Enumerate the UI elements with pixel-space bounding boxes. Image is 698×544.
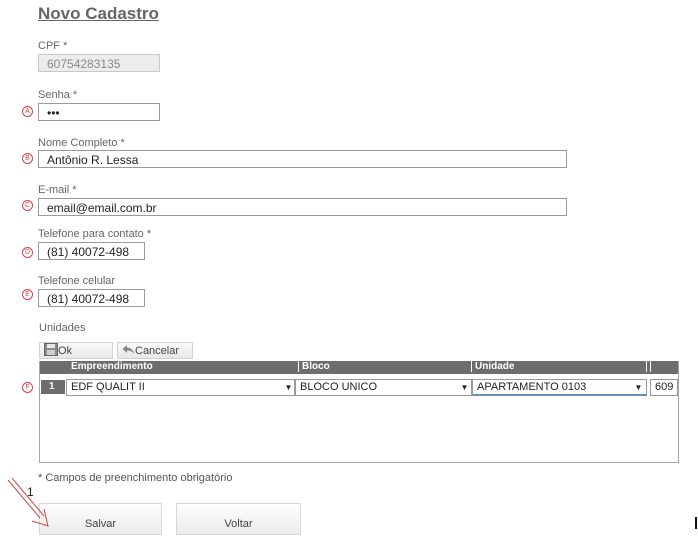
cpf-field: 60754283135 [38,54,160,72]
marker-d: D [22,247,33,258]
text-cursor [695,517,697,529]
cpf-label: CPF * [38,40,68,52]
back-button[interactable]: Voltar [176,503,301,535]
password-field[interactable]: ••• [38,103,160,121]
unidades-grid [39,361,679,463]
mobile-phone-label: Telefone celular [38,275,116,287]
nome-label: Nome Completo * [38,137,125,149]
email-field[interactable]: email@email.com.br [38,198,567,216]
unidade-select[interactable]: APARTAMENTO 0103 [472,379,647,396]
phone-contact-field[interactable]: (81) 40072-498 [38,242,145,260]
marker-e: E [22,289,33,300]
column-header-empreendimento: Empreendimento [71,361,153,372]
undo-arrow-icon [122,344,135,355]
ok-label: Ok [58,345,73,357]
row-number: 1 [41,380,65,394]
mobile-phone-field[interactable]: (81) 40072-498 [38,289,145,307]
extra-cell[interactable]: 609 [650,379,678,396]
empreendimento-dropdown-icon[interactable]: ▼ [283,379,294,396]
column-header-extra [646,361,654,374]
unidades-label: Unidades [39,322,86,334]
ok-button[interactable]: Ok [39,342,113,359]
column-header-bloco: Bloco [298,361,330,374]
unidade-dropdown-icon[interactable]: ▼ [633,379,644,396]
empreendimento-select[interactable]: EDF QUALIT II [66,379,295,396]
marker-a: A [22,106,33,117]
page-title: Novo Cadastro [38,4,159,23]
column-header-unidade: Unidade [471,361,514,374]
senha-label: Senha * [38,89,78,101]
cancel-edit-button[interactable]: Cancelar [117,342,193,359]
marker-b: B [22,153,33,164]
marker-f: F [22,382,33,393]
phone-contact-label: Telefone para contato * [38,228,152,240]
full-name-field[interactable]: Antônio R. Lessa [38,150,567,168]
annotation-number: 1 [27,485,34,499]
required-fields-note: * Campos de preenchimento obrigatório [38,472,233,484]
bloco-dropdown-icon[interactable]: ▼ [459,379,470,396]
save-button[interactable]: Salvar [39,503,162,535]
cancel-label: Cancelar [135,345,180,357]
email-label: E-mail * [38,184,77,196]
bloco-select[interactable]: BLOCO UNICO [295,379,472,396]
save-disk-icon [44,343,58,356]
marker-c: C [22,200,33,211]
